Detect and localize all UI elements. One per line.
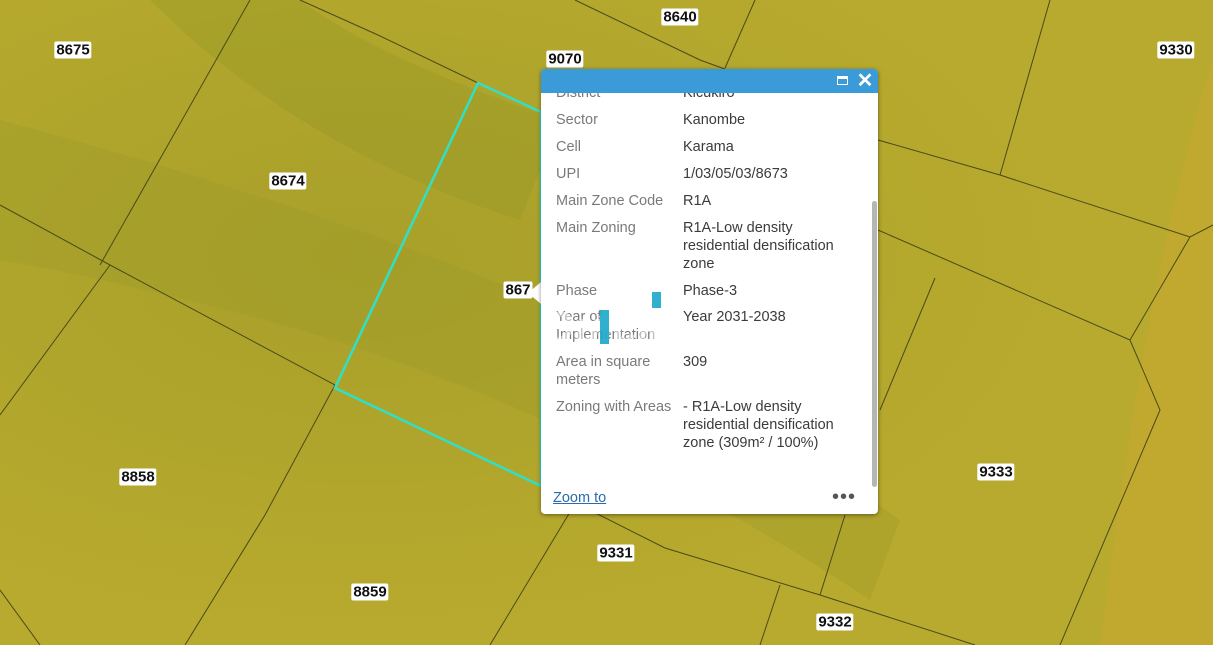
popup-pointer <box>528 282 541 304</box>
popup-footer: Zoom to ••• <box>541 484 878 514</box>
table-row: Year of Implementation Year 2031-2038 <box>541 308 872 353</box>
parcel-label: 9331 <box>597 544 635 562</box>
table-row: Zoning with Areas - R1A-Low density resid… <box>541 398 872 461</box>
field-value: Kicukiro <box>683 93 735 101</box>
parcel-label: 9332 <box>816 613 854 631</box>
table-row: Cell Karama <box>541 138 872 165</box>
field-value: Year 2031-2038 <box>683 309 786 325</box>
info-popup: ✕ District Kicukiro Sector Kanombe Cell Kar… <box>541 69 878 514</box>
table-row: Phase Phase-3 <box>541 282 872 308</box>
parcel-label: 9330 <box>1157 41 1195 59</box>
table-row: UPI 1/03/05/03/8673 <box>541 165 872 192</box>
table-row: Main Zone Code R1A <box>541 192 872 219</box>
attribute-table: District Kicukiro Sector Kanombe Cell Karam… <box>541 93 872 461</box>
table-row: District Kicukiro <box>541 93 872 111</box>
field-name: Area in square meters <box>556 354 651 388</box>
field-value: 1/03/05/03/8673 <box>683 166 788 182</box>
table-row: Main Zoning R1A-Low density residential d… <box>541 219 872 282</box>
table-row: Sector Kanombe <box>541 111 872 138</box>
table-row: Area in square meters 309 <box>541 353 872 398</box>
field-name: Cell <box>556 139 581 155</box>
field-value: Karama <box>683 139 734 155</box>
field-value: 309 <box>683 354 708 370</box>
field-value: R1A-Low density residential densificatio… <box>683 220 834 272</box>
field-name: Main Zoning <box>556 220 636 236</box>
parcel-label: 8675 <box>54 41 92 59</box>
more-options-button[interactable]: ••• <box>832 486 856 509</box>
field-value: R1A <box>683 193 712 209</box>
parcel-label: 9333 <box>977 463 1015 481</box>
parcel-label: 9070 <box>546 50 584 68</box>
parcel-label: 8858 <box>119 468 157 486</box>
field-name: Zoning with Areas <box>556 399 672 415</box>
scrollbar-thumb[interactable] <box>872 201 877 487</box>
zoom-to-link[interactable]: Zoom to <box>553 490 606 506</box>
field-value: Phase-3 <box>683 283 738 299</box>
field-name: Sector <box>556 112 598 128</box>
popup-content[interactable]: District Kicukiro Sector Kanombe Cell Karam… <box>541 93 872 493</box>
close-icon[interactable]: ✕ <box>856 71 874 91</box>
parcel-label: 8674 <box>269 172 307 190</box>
maximize-icon[interactable] <box>834 72 852 90</box>
field-name: UPI <box>556 166 581 182</box>
field-value: - R1A-Low density residential densificat… <box>683 399 834 451</box>
popup-header: ✕ <box>541 69 878 93</box>
field-name: District <box>556 93 601 101</box>
field-name: Phase <box>556 283 598 299</box>
parcel-label: 8859 <box>351 583 389 601</box>
field-value: Kanombe <box>683 112 746 128</box>
parcel-label: 8640 <box>661 8 699 26</box>
field-name: Main Zone Code <box>556 193 664 209</box>
field-name: Year of Implementation <box>556 309 656 343</box>
